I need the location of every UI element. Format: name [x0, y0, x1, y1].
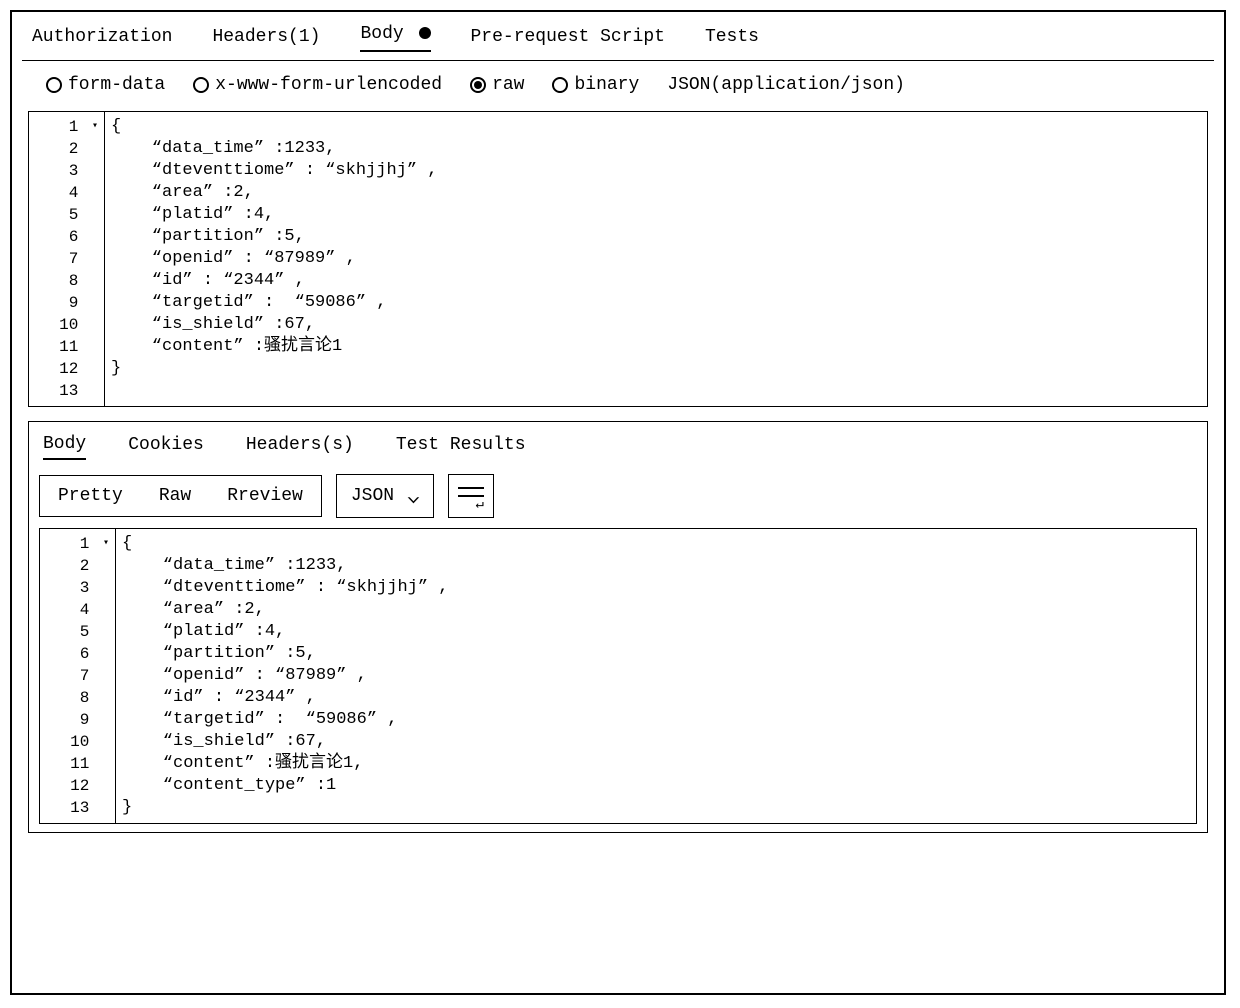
resp-tab-body[interactable]: Body	[43, 434, 86, 460]
tab-authorization[interactable]: Authorization	[32, 25, 172, 49]
view-mode-group: Pretty Raw Rreview	[39, 475, 322, 517]
radio-raw-label: raw	[492, 75, 524, 95]
resp-tab-test-results[interactable]: Test Results	[396, 435, 526, 459]
radio-formdata[interactable]: form-data	[46, 75, 165, 95]
tab-headers[interactable]: Headers(1)	[212, 25, 320, 49]
radio-urlencoded[interactable]: x-www-form-urlencoded	[193, 75, 442, 95]
unsaved-dot-icon	[419, 27, 431, 39]
view-pretty-button[interactable]: Pretty	[40, 476, 141, 516]
radio-binary[interactable]: binary	[552, 75, 639, 95]
content-type-select[interactable]: JSON(application/json)	[667, 75, 905, 95]
resp-tab-cookies[interactable]: Cookies	[128, 435, 204, 459]
request-editor: 1 ▾2 ▾3 ▾4 ▾5 ▾6 ▾7 ▾8 ▾9 ▾10 ▾11 ▾12 ▾1…	[28, 111, 1208, 407]
response-tabs: Body Cookies Headers(s) Test Results	[29, 422, 1207, 470]
tab-prerequest[interactable]: Pre-request Script	[471, 25, 665, 49]
radio-icon	[193, 77, 209, 93]
main-panel: Authorization Headers(1) Body Pre-reques…	[10, 10, 1226, 995]
radio-raw[interactable]: raw	[470, 75, 524, 95]
request-gutter: 1 ▾2 ▾3 ▾4 ▾5 ▾6 ▾7 ▾8 ▾9 ▾10 ▾11 ▾12 ▾1…	[29, 112, 105, 406]
radio-selected-icon	[470, 77, 486, 93]
radio-icon	[46, 77, 62, 93]
response-gutter: 1 ▾2 ▾3 ▾4 ▾5 ▾6 ▾7 ▾8 ▾9 ▾10 ▾11 ▾12 ▾1…	[40, 529, 116, 823]
radio-icon	[552, 77, 568, 93]
tab-body-label: Body	[360, 24, 403, 44]
body-type-row: form-data x-www-form-urlencoded raw bina…	[18, 61, 1218, 107]
format-label: JSON	[351, 486, 394, 506]
tab-tests[interactable]: Tests	[705, 25, 759, 49]
response-editor: 1 ▾2 ▾3 ▾4 ▾5 ▾6 ▾7 ▾8 ▾9 ▾10 ▾11 ▾12 ▾1…	[39, 528, 1197, 824]
view-preview-button[interactable]: Rreview	[209, 476, 321, 516]
request-tabs: Authorization Headers(1) Body Pre-reques…	[18, 18, 1218, 60]
wrap-lines-button[interactable]: ↵	[448, 474, 494, 518]
view-raw-button[interactable]: Raw	[141, 476, 209, 516]
request-code[interactable]: { “data_time” :1233, “dteventtiome” : “s…	[105, 112, 441, 406]
tab-body[interactable]: Body	[360, 22, 430, 52]
radio-binary-label: binary	[574, 75, 639, 95]
chevron-down-icon: ⌄	[406, 485, 421, 507]
resp-tab-headers[interactable]: Headers(s)	[246, 435, 354, 459]
radio-urlencoded-label: x-www-form-urlencoded	[215, 75, 442, 95]
wrap-icon: ↵	[458, 485, 484, 507]
radio-formdata-label: form-data	[68, 75, 165, 95]
format-dropdown[interactable]: JSON ⌄	[336, 474, 434, 518]
response-code: { “data_time” :1233, “dteventtiome” : “s…	[116, 529, 452, 823]
response-section: Body Cookies Headers(s) Test Results Pre…	[28, 421, 1208, 833]
response-view-row: Pretty Raw Rreview JSON ⌄ ↵	[29, 470, 1207, 528]
